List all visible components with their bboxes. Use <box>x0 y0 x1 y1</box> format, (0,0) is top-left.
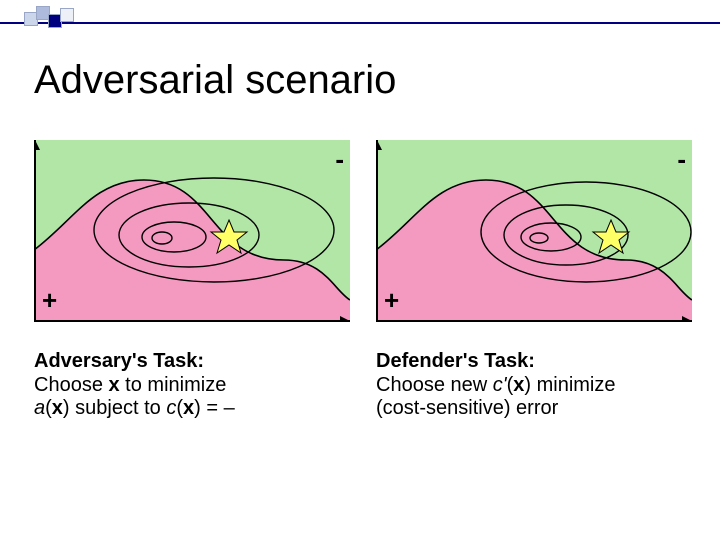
t: ( <box>45 397 52 419</box>
slide-title: Adversarial scenario <box>34 58 396 103</box>
t: x <box>52 397 63 419</box>
header-rule <box>0 22 720 24</box>
t: ) = – <box>194 397 235 419</box>
minus-label: - <box>335 144 344 175</box>
slide: Adversarial scenario - + <box>0 0 720 540</box>
t: a <box>34 397 45 419</box>
plus-label: + <box>384 285 399 316</box>
t: c <box>166 397 176 419</box>
plus-label: + <box>42 285 57 316</box>
left-figure: - + <box>34 140 350 322</box>
right-figure: - + <box>376 140 692 322</box>
adversary-caption: Adversary's Task: Choose x to minimize a… <box>34 350 350 421</box>
t: x <box>109 374 120 396</box>
t: to minimize <box>120 374 227 396</box>
t: (cost-sensitive) error <box>376 397 558 419</box>
adversary-heading: Adversary's Task: <box>34 350 204 372</box>
t: ) subject to <box>63 397 166 419</box>
t: Choose new <box>376 374 493 396</box>
defender-caption: Defender's Task: Choose new c'(x) minimi… <box>376 350 692 421</box>
minus-label: - <box>677 144 686 175</box>
defender-heading: Defender's Task: <box>376 350 535 372</box>
t: ( <box>176 397 183 419</box>
t: ) minimize <box>524 374 615 396</box>
t: c' <box>493 374 507 396</box>
t: x <box>513 374 524 396</box>
t: x <box>183 397 194 419</box>
t: Choose <box>34 374 109 396</box>
